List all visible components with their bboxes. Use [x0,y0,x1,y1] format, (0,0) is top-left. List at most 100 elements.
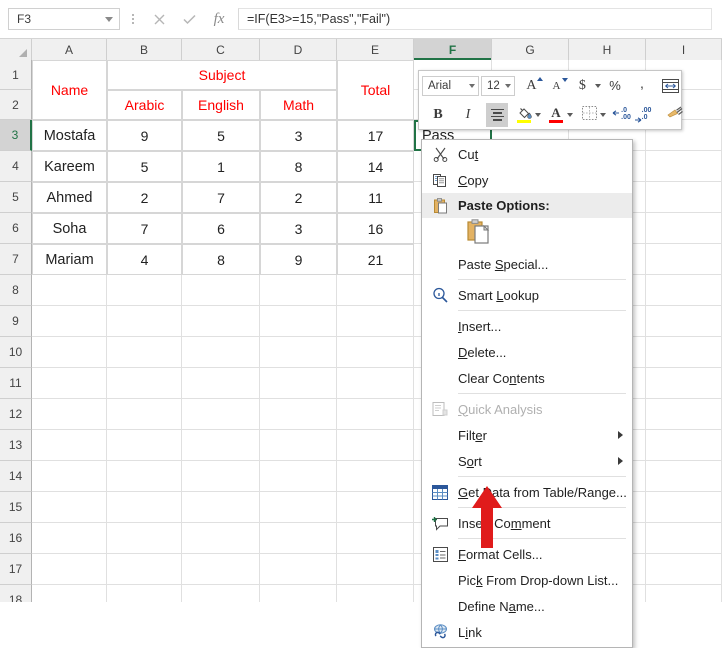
row-header-8[interactable]: 8 [0,275,32,306]
menu-item-get-data-from-table-range[interactable]: Get Data from Table/Range... [422,479,632,505]
row-header-7[interactable]: 7 [0,244,32,275]
row-header-13[interactable]: 13 [0,430,32,461]
fx-icon[interactable]: fx [204,7,234,31]
cell-subject-english[interactable]: English [182,90,260,120]
grow-font-button[interactable]: A [520,74,544,98]
cell-math-score[interactable]: 2 [260,182,337,213]
cell-total-score[interactable]: 11 [337,182,414,213]
menu-item-pick-from-drop-down-list[interactable]: Pick From Drop-down List... [422,567,632,593]
menu-item-paste-special[interactable]: Paste Special... [422,251,632,277]
mini-format-toolbar[interactable]: Arial 12 A A $ % , B I A .0 .00 .00 .0 [418,70,683,130]
menu-item-smart-lookup[interactable]: Smart Lookup [422,282,632,308]
name-box[interactable]: F3 [8,8,120,30]
cell-student-name[interactable]: Kareem [32,151,107,182]
column-header-i[interactable]: I [646,39,722,60]
cell-math-score[interactable]: 3 [260,120,337,151]
cell-total-score[interactable]: 17 [337,120,414,151]
shrink-font-button[interactable]: A [545,74,569,98]
merge-cells-icon[interactable] [659,74,681,98]
row-header-12[interactable]: 12 [0,399,32,430]
formula-input[interactable]: =IF(E3>=15,"Pass","Fail") [238,8,712,30]
cell-student-name[interactable]: Mariam [32,244,107,275]
fill-color-dropdown-arrow[interactable] [535,103,541,127]
row-header-11[interactable]: 11 [0,368,32,399]
cell-math-score[interactable]: 8 [260,151,337,182]
cell-subject-arabic[interactable]: Arabic [107,90,182,120]
font-color-button[interactable]: A [545,103,567,127]
chevron-down-icon[interactable] [505,83,512,88]
font-size-combo[interactable]: 12 [481,75,516,96]
currency-dropdown-arrow[interactable] [593,74,603,98]
font-color-dropdown-arrow[interactable] [567,103,573,127]
font-name-combo[interactable]: Arial [422,75,480,96]
cell-english-score[interactable]: 8 [182,244,260,275]
menu-item-clear-contents[interactable]: Clear Contents [422,365,632,391]
menu-item-link[interactable]: Link [422,619,632,645]
row-header-17[interactable]: 17 [0,554,32,585]
row-header-15[interactable]: 15 [0,492,32,523]
menu-item-paste-options[interactable]: Paste Options: [422,193,632,218]
check-icon[interactable] [174,7,204,31]
row-header-16[interactable]: 16 [0,523,32,554]
chevron-down-icon[interactable] [469,83,476,88]
row-header-18[interactable]: 18 [0,585,32,602]
cell-arabic-score[interactable]: 7 [107,213,182,244]
chevron-down-icon[interactable] [105,16,113,22]
row-header-4[interactable]: 4 [0,151,32,182]
row-header-6[interactable]: 6 [0,213,32,244]
menu-item-delete[interactable]: Delete... [422,339,632,365]
cell-name-header[interactable]: Name [32,60,107,120]
close-icon[interactable] [144,7,174,31]
column-header-e[interactable]: E [337,39,414,60]
decrease-decimal-button[interactable]: .0.00 [610,103,632,127]
row-header-5[interactable]: 5 [0,182,32,213]
context-menu[interactable]: Cut Copy Paste Options: Paste Special... Sma… [421,139,633,648]
cell-total-header[interactable]: Total [337,60,414,120]
cell-total-score[interactable]: 16 [337,213,414,244]
cell-english-score[interactable]: 5 [182,120,260,151]
cell-subject-math[interactable]: Math [260,90,337,120]
align-center-button[interactable] [486,102,508,127]
percent-format-button[interactable]: % [604,74,626,98]
borders-button[interactable] [578,103,600,127]
cell-student-name[interactable]: Ahmed [32,182,107,213]
row-header-9[interactable]: 9 [0,306,32,337]
italic-button[interactable]: I [457,103,479,127]
cell-math-score[interactable]: 9 [260,244,337,275]
increase-decimal-button[interactable]: .00.0 [635,103,658,127]
cell-arabic-score[interactable]: 9 [107,120,182,151]
menu-item-insert[interactable]: Insert... [422,313,632,339]
column-header-b[interactable]: B [107,39,182,60]
column-header-c[interactable]: C [182,39,260,60]
menu-item-insert-comment[interactable]: Insert Comment [422,510,632,536]
cell-english-score[interactable]: 7 [182,182,260,213]
cell-math-score[interactable]: 3 [260,213,337,244]
row-header-3[interactable]: 3 [0,120,32,151]
row-header-10[interactable]: 10 [0,337,32,368]
cell-total-score[interactable]: 14 [337,151,414,182]
menu-item-cut[interactable]: Cut [422,141,632,167]
currency-format-button[interactable]: $ [571,74,593,98]
column-header-f[interactable]: F [414,39,492,60]
borders-dropdown-arrow[interactable] [600,103,606,127]
column-header-d[interactable]: D [260,39,337,60]
menu-item-define-name[interactable]: Define Name... [422,593,632,619]
menu-item-copy[interactable]: Copy [422,167,632,193]
cell-english-score[interactable]: 1 [182,151,260,182]
column-header-h[interactable]: H [569,39,646,60]
fill-color-button[interactable] [513,103,535,127]
column-header-a[interactable]: A [32,39,107,60]
comma-format-button[interactable]: , [631,74,653,98]
row-header-2[interactable]: 2 [0,90,32,120]
row-header-1[interactable]: 1 [0,60,32,90]
format-painter-button[interactable] [664,103,686,127]
cell-english-score[interactable]: 6 [182,213,260,244]
column-header-g[interactable]: G [492,39,569,60]
cell-student-name[interactable]: Soha [32,213,107,244]
cell-arabic-score[interactable]: 5 [107,151,182,182]
menu-item-filter[interactable]: Filter [422,422,632,448]
bold-button[interactable]: B [427,103,449,127]
cell-subject-header[interactable]: Subject [107,60,337,90]
menu-item-format-cells[interactable]: Format Cells... [422,541,632,567]
cell-student-name[interactable]: Mostafa [32,120,107,151]
